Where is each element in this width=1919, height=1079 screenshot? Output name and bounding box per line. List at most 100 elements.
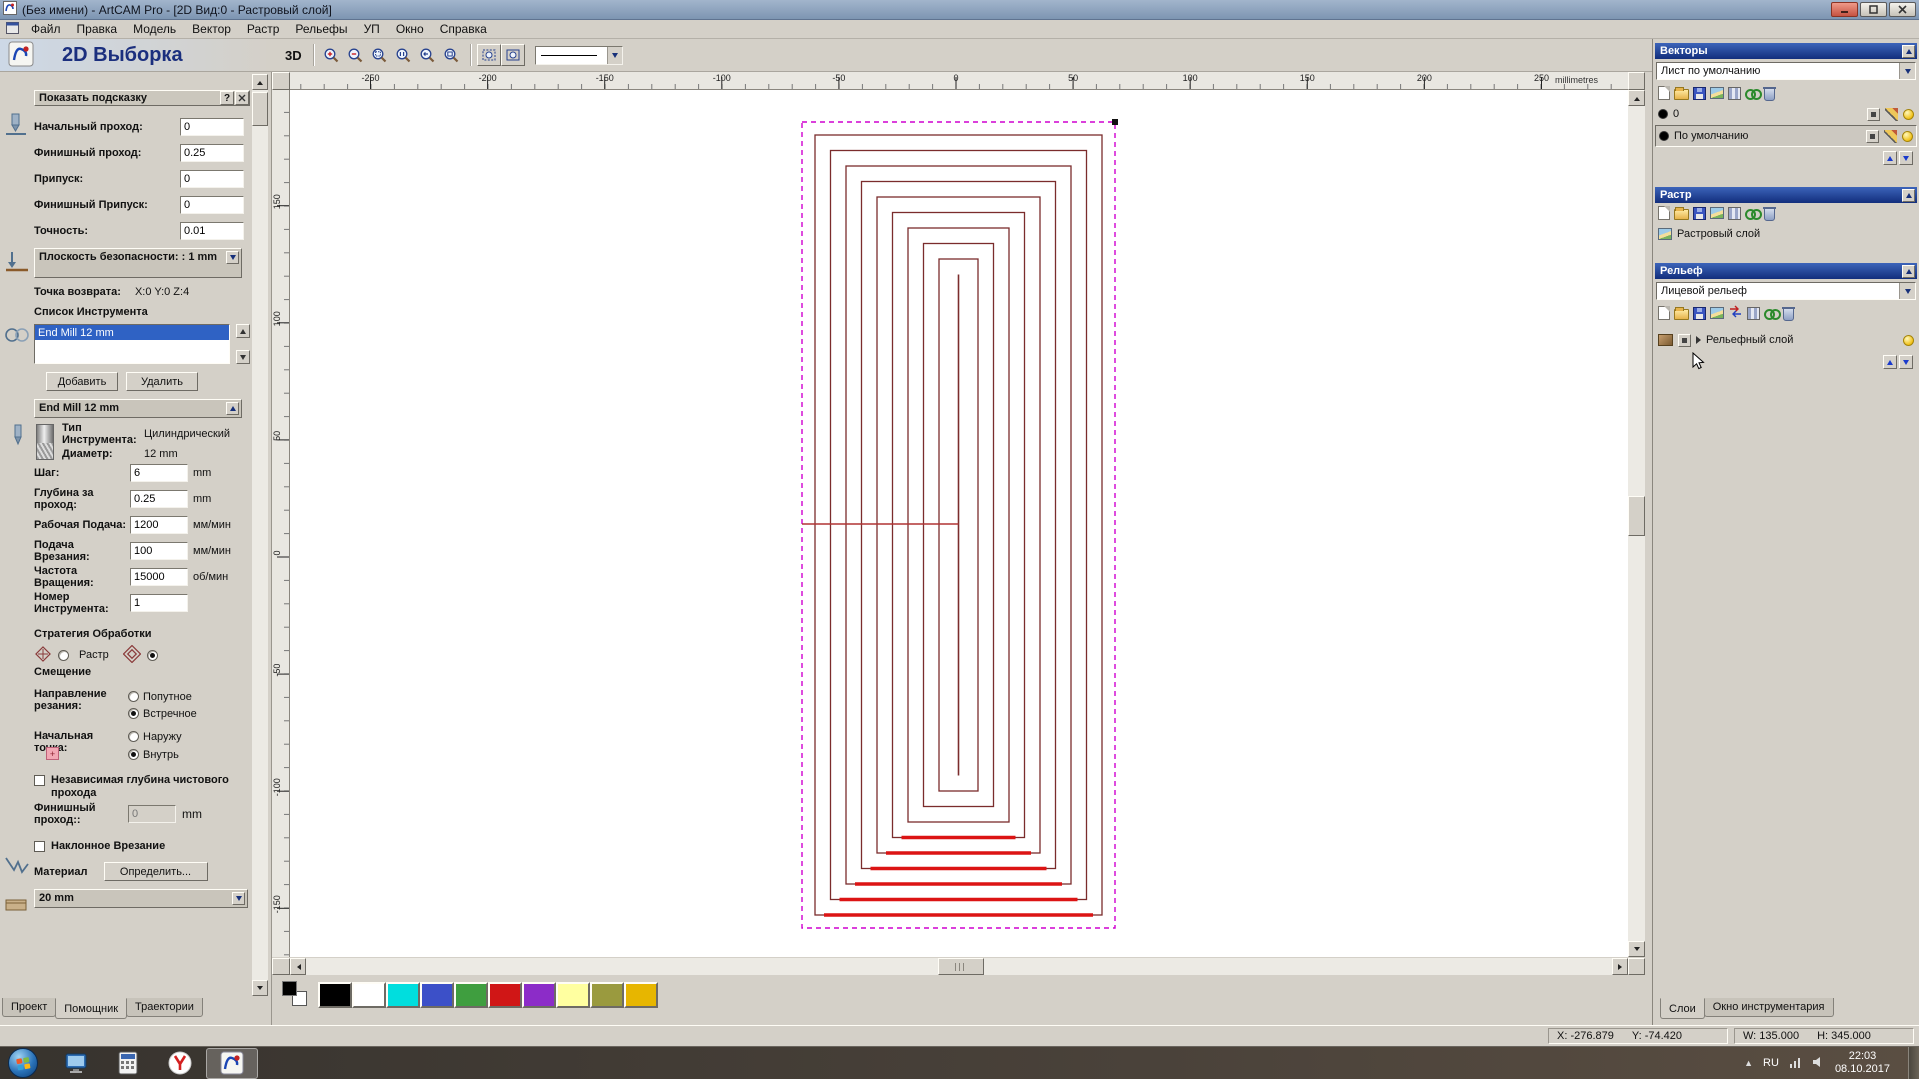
taskbar-calculator-button[interactable] xyxy=(102,1047,154,1079)
scroll-down-icon[interactable] xyxy=(1628,941,1645,957)
relief-delete-icon[interactable] xyxy=(1782,306,1795,321)
layer-down-button[interactable] xyxy=(1899,151,1913,165)
hidden-icons-icon[interactable]: ▲ xyxy=(1744,1058,1753,1068)
taskbar-clock[interactable]: 22:03 08.10.2017 xyxy=(1835,1050,1890,1076)
zoom-extents-button[interactable] xyxy=(440,43,464,67)
zoom-1to1-button[interactable] xyxy=(392,43,416,67)
final-allowance-input[interactable] xyxy=(180,196,244,214)
sheet-combo[interactable]: Лист по умолчанию xyxy=(1656,62,1916,80)
volume-icon[interactable] xyxy=(1812,1056,1825,1071)
save-relief-icon[interactable] xyxy=(1693,306,1706,320)
bitmap-section-header[interactable]: Растр xyxy=(1655,187,1917,203)
fg-bg-color-indicator[interactable] xyxy=(280,981,314,1009)
layer-up-button[interactable] xyxy=(1883,151,1897,165)
help-button[interactable]: ? xyxy=(220,91,234,105)
menu-bitmap[interactable]: Растр xyxy=(239,21,287,38)
palette-swatch-5[interactable] xyxy=(488,982,522,1008)
splitter-box[interactable] xyxy=(272,958,290,975)
relief-visibility-icon[interactable] xyxy=(1903,334,1914,346)
language-indicator[interactable]: RU xyxy=(1763,1057,1779,1069)
zoom-selection-button[interactable] xyxy=(476,44,501,66)
palette-swatch-2[interactable] xyxy=(386,982,420,1008)
vector-layer-row-selected[interactable]: По умолчанию xyxy=(1655,125,1917,147)
menu-reliefs[interactable]: Рельефы xyxy=(287,21,355,38)
offset-strategy-radio[interactable] xyxy=(146,649,158,661)
relief-mode-icon[interactable] xyxy=(1678,333,1691,347)
expand-icon[interactable] xyxy=(1696,336,1701,344)
tab-layers[interactable]: Слои xyxy=(1660,998,1705,1019)
zoom-out-button[interactable] xyxy=(344,43,368,67)
layer-up-button[interactable] xyxy=(1883,355,1897,369)
zoom-window-button[interactable] xyxy=(368,43,392,67)
menu-model[interactable]: Модель xyxy=(125,21,184,38)
feed-rate-input[interactable] xyxy=(130,516,188,534)
tool-listbox[interactable]: End Mill 12 mm xyxy=(34,324,230,364)
tab-assistant[interactable]: Помощник xyxy=(55,998,128,1019)
relief-image-icon[interactable] xyxy=(1710,307,1724,319)
palette-swatch-7[interactable] xyxy=(556,982,590,1008)
bitmap-link-icon[interactable] xyxy=(1745,207,1762,220)
mdi-child-icon[interactable] xyxy=(6,21,19,37)
zoom-all-button[interactable] xyxy=(500,44,525,66)
palette-swatch-8[interactable] xyxy=(590,982,624,1008)
link-layers-icon[interactable] xyxy=(1745,87,1762,100)
collapse-button[interactable] xyxy=(226,402,239,415)
menu-edit[interactable]: Правка xyxy=(69,21,126,38)
show-desktop-button[interactable] xyxy=(1908,1046,1919,1079)
relief-transfer-icon[interactable] xyxy=(1728,305,1743,321)
relief-section-header[interactable]: Рельеф xyxy=(1655,263,1917,279)
layer-name[interactable]: По умолчанию xyxy=(1674,130,1861,142)
zoom-previous-button[interactable] xyxy=(416,43,440,67)
collapse-button[interactable] xyxy=(226,251,239,264)
tool-list-selected-item[interactable]: End Mill 12 mm xyxy=(35,325,229,340)
new-bitmap-icon[interactable] xyxy=(1658,206,1670,220)
palette-swatch-6[interactable] xyxy=(522,982,556,1008)
merge-layers-icon[interactable] xyxy=(1728,86,1741,100)
relief-layer-name[interactable]: Рельефный слой xyxy=(1706,334,1898,346)
safe-z-header[interactable]: Плоскость безопасности: : 1 mm xyxy=(34,248,242,278)
bitmap-merge-icon[interactable] xyxy=(1728,206,1741,220)
new-layer-icon[interactable] xyxy=(1658,86,1670,100)
collapse-button[interactable] xyxy=(1902,264,1915,278)
scroll-right-icon[interactable] xyxy=(1612,958,1628,975)
scroll-left-icon[interactable] xyxy=(290,958,306,975)
scrollbar-thumb[interactable] xyxy=(252,92,268,126)
new-relief-icon[interactable] xyxy=(1658,306,1670,320)
vector-layer-row[interactable]: 0 xyxy=(1655,103,1917,125)
collapse-button[interactable] xyxy=(232,892,245,905)
vscrollbar-thumb[interactable] xyxy=(1628,496,1645,536)
tool-number-input[interactable] xyxy=(130,594,188,612)
menu-help[interactable]: Справка xyxy=(432,21,495,38)
layer-visibility-icon[interactable] xyxy=(1902,130,1913,142)
collapse-button[interactable] xyxy=(1902,188,1915,202)
delete-layer-icon[interactable] xyxy=(1763,86,1776,101)
layer-edit-icon[interactable] xyxy=(1884,129,1897,143)
finish-pass-input[interactable] xyxy=(128,805,176,823)
assistant-scrollbar[interactable] xyxy=(252,74,268,996)
combo-arrow-icon[interactable] xyxy=(1899,283,1915,299)
palette-swatch-1[interactable] xyxy=(352,982,386,1008)
tool-section-header[interactable]: End Mill 12 mm xyxy=(34,399,242,418)
line-style-combo[interactable] xyxy=(534,45,623,65)
combo-arrow-icon[interactable] xyxy=(1899,63,1915,79)
material-thickness-header[interactable]: 20 mm xyxy=(34,889,248,908)
start-depth-input[interactable] xyxy=(180,118,244,136)
conventional-radio[interactable] xyxy=(128,708,139,719)
independent-depth-checkbox[interactable] xyxy=(34,775,45,786)
canvas-hscrollbar[interactable] xyxy=(290,958,1628,975)
open-bitmap-icon[interactable] xyxy=(1674,206,1689,220)
collapse-button[interactable] xyxy=(1902,44,1915,58)
combo-arrow-icon[interactable] xyxy=(606,46,622,64)
scroll-up-icon[interactable] xyxy=(1628,90,1645,106)
menu-vector[interactable]: Вектор xyxy=(184,21,239,38)
relief-combo[interactable]: Лицевой рельеф xyxy=(1656,282,1916,300)
layer-snap-icon[interactable] xyxy=(1866,129,1879,143)
define-material-button[interactable]: Определить... xyxy=(103,862,208,881)
save-bitmap-icon[interactable] xyxy=(1693,206,1706,220)
spindle-speed-input[interactable] xyxy=(130,568,188,586)
start-button[interactable] xyxy=(8,1048,38,1078)
foreground-color-swatch[interactable] xyxy=(282,981,297,996)
save-layer-icon[interactable] xyxy=(1693,86,1706,100)
add-tool-button[interactable]: Добавить xyxy=(46,372,118,391)
menu-window[interactable]: Окно xyxy=(388,21,432,38)
